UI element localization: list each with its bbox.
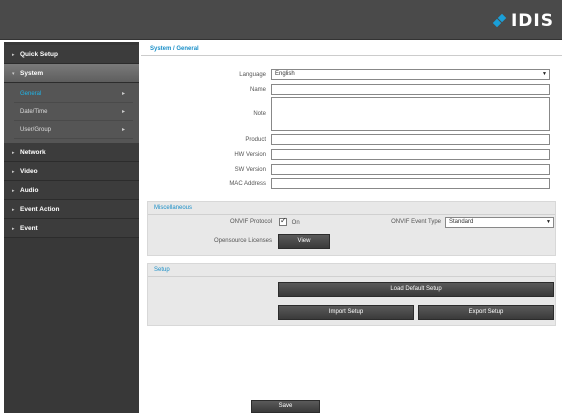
chevron-right-icon: ▸ <box>121 109 125 115</box>
language-row: Language English ▼ <box>141 69 562 80</box>
view-button[interactable]: View <box>278 234 330 249</box>
name-input[interactable] <box>271 84 550 95</box>
sidebar-item-system[interactable]: ▾ System <box>4 64 139 83</box>
mac-address-row: MAC Address <box>141 178 562 189</box>
chevron-right-icon: ▸ <box>121 127 125 133</box>
sidebar-subitem-label: Date/Time <box>20 109 48 115</box>
sidebar-subitem-label: General <box>20 91 42 97</box>
sidebar-item-label: Event Action <box>20 206 60 213</box>
logo-mark-icon <box>492 13 508 28</box>
onvif-protocol-checkbox[interactable] <box>279 216 287 226</box>
onvif-protocol-control: On <box>279 216 300 226</box>
sidebar-item-video[interactable]: ▸ Video <box>4 162 139 181</box>
mac-address-label: MAC Address <box>229 180 266 187</box>
save-button[interactable]: Save <box>251 400 320 413</box>
main-content: System / General Language English ▼ Name… <box>141 42 562 413</box>
sidebar-subitem-date-time[interactable]: Date/Time ▸ <box>14 104 133 121</box>
product-label: Product <box>245 136 266 143</box>
onvif-event-type-select[interactable]: Standard ▼ <box>445 217 554 228</box>
sidebar-item-label: System <box>20 70 44 77</box>
dropdown-arrow-icon: ▼ <box>542 71 547 77</box>
sidebar-item-label: Audio <box>20 187 39 194</box>
sidebar-item-quick-setup[interactable]: ▸ Quick Setup <box>4 45 139 64</box>
sidebar-subitem-general[interactable]: General ▸ <box>14 86 133 103</box>
logo-text: IDIS <box>510 11 554 31</box>
opensource-licenses-label: Opensource Licenses <box>213 238 272 244</box>
sidebar-subitem-label: User/Group <box>20 127 52 133</box>
onvif-on-label: On <box>291 219 300 226</box>
hw-version-field <box>271 149 550 160</box>
chevron-right-icon: ▸ <box>121 91 125 97</box>
name-row: Name <box>141 84 562 95</box>
language-label: Language <box>239 71 266 78</box>
chevron-right-icon: ▸ <box>12 188 15 194</box>
export-setup-button[interactable]: Export Setup <box>418 305 554 320</box>
sidebar-item-label: Quick Setup <box>20 51 58 58</box>
load-default-setup-button[interactable]: Load Default Setup <box>278 282 554 297</box>
miscellaneous-title: Miscellaneous <box>148 202 555 215</box>
miscellaneous-section: Miscellaneous ONVIF Protocol On ONVIF Ev… <box>147 201 556 256</box>
sw-version-label: SW Version <box>234 166 266 173</box>
sidebar-item-label: Event <box>20 225 38 232</box>
sw-version-row: SW Version <box>141 164 562 175</box>
sidebar: ▸ Quick Setup ▾ System General ▸ Date/Time… <box>4 42 139 413</box>
sidebar-item-audio[interactable]: ▸ Audio <box>4 181 139 200</box>
note-textarea[interactable] <box>271 97 550 131</box>
logo: IDIS <box>492 9 554 33</box>
breadcrumb: System / General <box>141 42 562 56</box>
chevron-right-icon: ▸ <box>12 52 15 58</box>
note-label: Note <box>253 111 266 117</box>
dropdown-arrow-icon: ▼ <box>546 219 551 225</box>
system-submenu: General ▸ Date/Time ▸ User/Group ▸ <box>4 83 139 143</box>
hw-version-row: HW Version <box>141 149 562 160</box>
sidebar-item-event-action[interactable]: ▸ Event Action <box>4 200 139 219</box>
onvif-event-type-label: ONVIF Event Type <box>391 219 441 225</box>
onvif-protocol-label: ONVIF Protocol <box>229 219 272 225</box>
top-bar: IDIS <box>0 0 562 40</box>
sidebar-subitem-user-group[interactable]: User/Group ▸ <box>14 122 133 139</box>
setup-title: Setup <box>148 264 555 277</box>
sidebar-item-event[interactable]: ▸ Event <box>4 219 139 238</box>
mac-address-field <box>271 178 550 189</box>
name-label: Name <box>249 86 266 93</box>
language-select[interactable]: English ▼ <box>271 69 550 80</box>
note-row: Note <box>141 97 562 131</box>
chevron-right-icon: ▸ <box>12 150 15 156</box>
sidebar-item-label: Video <box>20 168 38 175</box>
onvif-event-type-value: Standard <box>449 219 474 225</box>
setup-section: Setup Load Default Setup Import Setup Ex… <box>147 263 556 326</box>
chevron-right-icon: ▸ <box>12 169 15 175</box>
sidebar-item-label: Network <box>20 149 46 156</box>
hw-version-label: HW Version <box>234 151 266 158</box>
chevron-right-icon: ▸ <box>12 226 15 232</box>
import-setup-button[interactable]: Import Setup <box>278 305 414 320</box>
chevron-down-icon: ▾ <box>12 71 15 77</box>
sw-version-field <box>271 164 550 175</box>
product-row: Product <box>141 134 562 145</box>
chevron-right-icon: ▸ <box>12 207 15 213</box>
product-field <box>271 134 550 145</box>
sidebar-item-network[interactable]: ▸ Network <box>4 143 139 162</box>
language-value: English <box>275 71 295 77</box>
